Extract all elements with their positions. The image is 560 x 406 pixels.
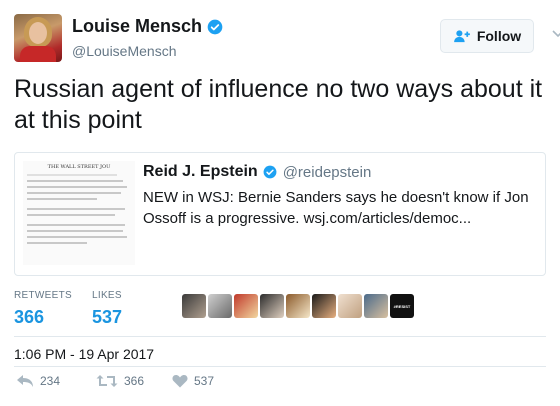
retweet-button[interactable]: 366 [96,374,144,388]
quoted-tweet[interactable]: THE WALL STREET JOU Reid J. Epstein @rei… [14,152,546,276]
retweet-icon [96,375,118,387]
follow-person-icon [453,30,470,43]
divider [14,366,546,367]
verified-icon [263,165,277,179]
author-name-block: Louise Mensch @LouiseMensch [72,16,223,59]
quoted-tweet-thumbnail: THE WALL STREET JOU [23,161,135,265]
reply-icon [17,375,33,387]
liker-avatar-resist[interactable]: #RESIST [390,294,414,318]
avatar-face [29,22,47,44]
author-avatar[interactable] [14,14,62,62]
liker-avatar[interactable] [234,294,258,318]
likes-stat[interactable]: LIKES 537 [92,290,122,328]
like-button[interactable]: 537 [172,374,214,388]
reply-count: 234 [40,374,61,388]
liker-avatar[interactable] [208,294,232,318]
author-name[interactable]: Louise Mensch [72,16,202,37]
tweet-actions: 234 366 537 [14,374,546,396]
quoted-author-handle: @reidepstein [282,163,372,181]
liker-avatar[interactable] [312,294,336,318]
tweet-header: Louise Mensch @LouiseMensch Follow [14,14,560,64]
quoted-author-name: Reid J. Epstein [143,163,258,180]
quoted-author-row: Reid J. Epstein @reidepstein [143,163,539,181]
chevron-down-icon[interactable] [552,30,560,38]
liker-avatar[interactable] [364,294,388,318]
liker-avatar[interactable] [182,294,206,318]
reply-button[interactable]: 234 [16,374,60,388]
avatar-dress [20,46,56,62]
author-handle[interactable]: @LouiseMensch [72,43,223,59]
likes-label: LIKES [92,290,122,301]
verified-icon [207,19,223,34]
likes-count: 537 [92,307,123,327]
divider [14,336,546,337]
resist-label: #RESIST [393,303,411,309]
liker-avatars: #RESIST [182,294,414,320]
tweet-timestamp[interactable]: 1:06 PM - 19 Apr 2017 [14,346,154,362]
like-count: 537 [194,374,215,388]
liker-avatar[interactable] [286,294,310,318]
quoted-tweet-text: NEW in WSJ: Bernie Sanders says he doesn… [143,189,529,227]
follow-button[interactable]: Follow [440,19,534,53]
retweet-stat[interactable]: RETWEETS 366 [14,290,72,328]
tweet-stats: RETWEETS 366 LIKES 537 #RESIST [14,290,546,334]
follow-label: Follow [476,28,522,44]
author-name-row[interactable]: Louise Mensch [72,16,223,37]
tweet-text: Russian agent of influence no two ways a… [14,75,543,134]
thumbnail-masthead: THE WALL STREET JOU [47,164,111,170]
liker-avatar[interactable] [260,294,284,318]
retweets-count: 366 [14,307,45,327]
retweet-count: 366 [124,374,145,388]
quoted-tweet-body: Reid J. Epstein @reidepstein NEW in WSJ:… [143,163,539,229]
retweets-label: RETWEETS [14,290,72,301]
liker-avatar[interactable] [338,294,362,318]
like-icon [172,375,188,388]
